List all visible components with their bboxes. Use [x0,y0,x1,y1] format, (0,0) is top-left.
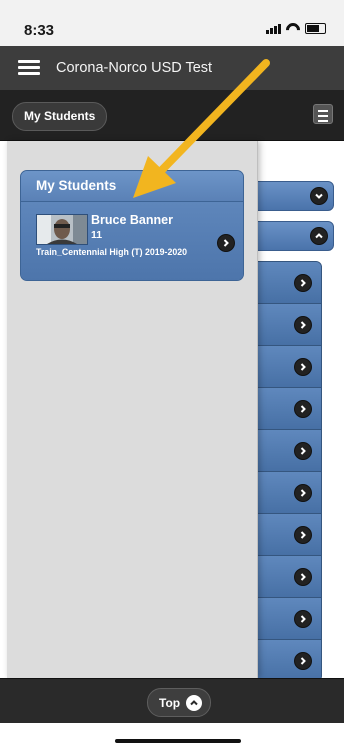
content-area: My Students Bruce Banner 11 Train_Centen… [0,141,344,682]
signal-icon [266,24,281,34]
students-card: My Students Bruce Banner 11 Train_Centen… [20,170,244,281]
student-name: Bruce Banner [91,213,173,227]
app-title: Corona-Norco USD Test [56,60,213,76]
top-button[interactable]: Top [147,688,212,717]
student-avatar [36,214,88,245]
chevron-up-icon [186,694,203,711]
chevron-right-icon [294,274,312,292]
student-row[interactable]: Bruce Banner 11 Train_Centennial High (T… [21,202,243,280]
app-header: Corona-Norco USD Test [0,46,344,90]
footer-bar: Top [0,678,344,723]
student-school: Train_Centennial High (T) 2019-2020 [36,247,188,257]
chevron-right-icon [294,400,312,418]
chevron-right-icon [294,442,312,460]
hamburger-icon[interactable] [18,60,40,76]
my-students-button[interactable]: My Students [12,102,108,131]
students-card-title: My Students [21,171,243,202]
chevron-right-icon [294,652,312,670]
status-bar: 8:33 [0,0,344,46]
status-icons [266,23,326,34]
chevron-right-icon [294,316,312,334]
menu-button[interactable] [313,104,333,124]
chevron-right-icon [294,484,312,502]
home-indicator [115,739,241,743]
toolbar: My Students [0,90,344,141]
chevron-right-icon[interactable] [217,234,235,252]
chevron-right-icon [294,568,312,586]
chevron-right-icon [294,358,312,376]
top-button-label: Top [159,695,181,710]
status-time: 8:33 [24,22,55,39]
my-students-panel: My Students Bruce Banner 11 Train_Centen… [7,141,258,678]
chevron-right-icon [294,526,312,544]
student-grade: 11 [91,229,103,241]
chevron-up-icon [310,227,328,245]
chevron-down-icon [310,187,328,205]
wifi-icon [286,23,300,34]
battery-icon [305,23,326,34]
chevron-right-icon [294,610,312,628]
